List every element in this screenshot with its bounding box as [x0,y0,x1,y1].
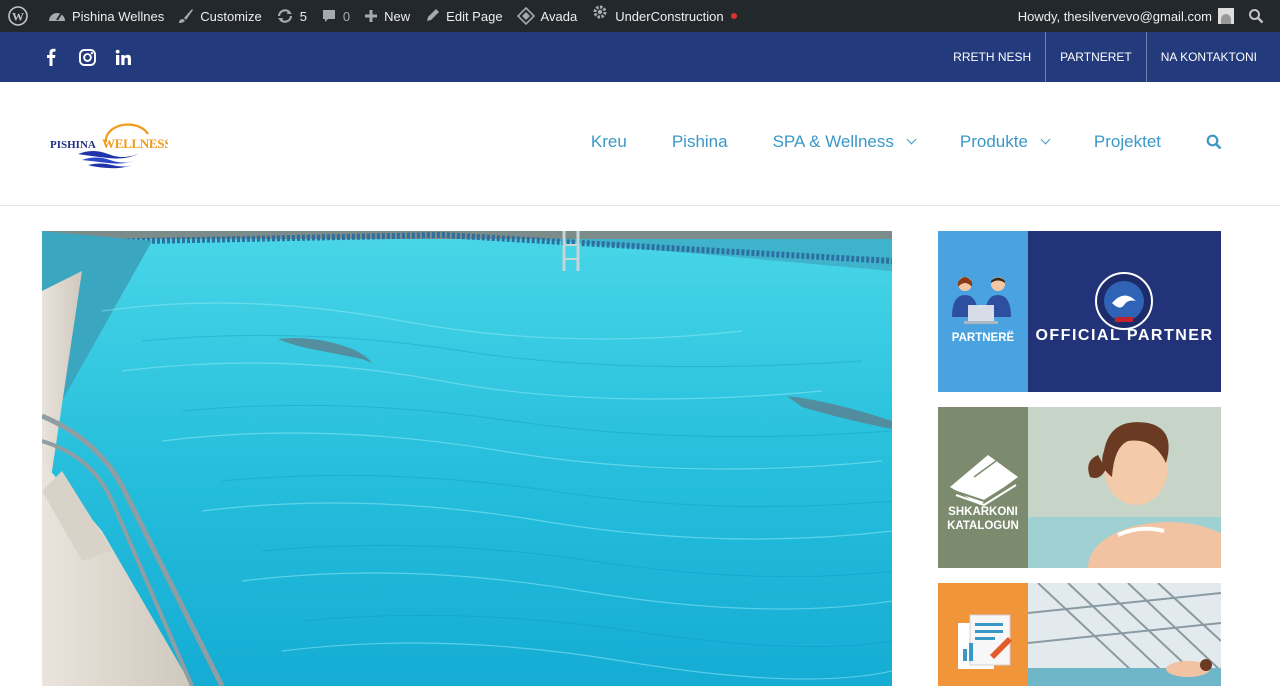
gear-icon [593,5,607,19]
avatar [1218,8,1234,24]
nav-projektet-label: Projektet [1093,132,1161,151]
search-icon [1206,134,1222,150]
howdy-label: Howdy, thesilvervevo@gmail.com [1017,8,1212,24]
chevron-down-icon [1040,134,1051,145]
linkedin-icon[interactable] [114,48,132,66]
nav-kreu-label: Kreu [590,132,627,151]
site-logo[interactable]: PISHINA WELLNESS [48,120,172,172]
catalog-tile: SHKARKONI KATALOGUN [938,407,1028,568]
top-secondary-nav: RRETH NESH PARTNERET NA KONTAKTONI [939,32,1280,82]
site-name-link[interactable]: Pishina Wellnes [41,0,171,32]
site-name-label: Pishina Wellnes [72,8,165,24]
search-icon [1249,9,1264,24]
avada-label: Avada [540,8,578,24]
svg-text:PISHINA: PISHINA [50,139,96,151]
book-icon [950,455,1018,507]
partner-tile: PARTNERË [938,231,1028,392]
wordpress-logo-button[interactable]: W [0,0,41,32]
download-catalog-banner[interactable]: SHKARKONI KATALOGUN [938,407,1221,568]
facebook-icon[interactable] [42,48,60,66]
catalog-label-line1: SHKARKONI [948,506,1018,518]
avada-link[interactable]: Avada [510,0,585,32]
status-dot [730,13,737,19]
admin-bar: W Pishina Wellnes Customize 5 0 New Edit… [0,0,1280,32]
customize-label: Customize [200,8,262,24]
top-nav-partneret[interactable]: PARTNERET [1045,32,1146,82]
top-nav-na-kontaktoni[interactable]: NA KONTAKTONI [1145,32,1280,82]
edit-page-label: Edit Page [446,8,503,24]
spa-interior-image [1027,583,1221,686]
customize-link[interactable]: Customize [171,0,268,32]
business-seal-icon [1095,272,1153,330]
wordpress-icon: W [8,6,28,26]
updates-icon [277,9,292,23]
plus-icon [365,10,378,22]
nav-spa-wellness[interactable]: SPA & Wellness [772,132,917,152]
hero-pool-image [42,231,892,686]
partner-label: PARTNERË [951,332,1015,344]
new-content-link[interactable]: New [357,0,417,32]
nav-search-button[interactable] [1206,134,1222,150]
updates-link[interactable]: 5 [269,0,314,32]
nav-produkte[interactable]: Produkte [959,132,1051,152]
nav-spa-wellness-label: SPA & Wellness [772,132,894,151]
catalog-label-line2: KATALOGUN [947,520,1019,532]
top-nav-rreth-nesh[interactable]: RRETH NESH [939,32,1045,82]
nav-pishina-label: Pishina [671,132,728,151]
admin-search-button[interactable] [1241,0,1280,32]
nav-pishina[interactable]: Pishina [672,132,728,152]
social-links [42,32,132,82]
under-construction-label: UnderConstruction [615,8,724,24]
partners-icon [952,277,1011,324]
nav-produkte-label: Produkte [959,132,1028,151]
official-partner-banner[interactable]: PARTNERË OFFICIAL PARTNER [938,231,1221,392]
top-bar: RRETH NESH PARTNERET NA KONTAKTONI [0,32,1280,82]
dashboard-icon [49,13,65,21]
comments-link[interactable]: 0 [314,0,357,32]
site-header: PISHINA WELLNESS Kreu Pishina SPA & Well… [0,82,1280,206]
pencil-icon [427,9,440,21]
updates-count: 5 [299,8,307,24]
avada-icon [516,7,535,25]
chevron-down-icon [906,134,917,145]
svg-text:WELLNESS: WELLNESS [102,136,168,151]
nav-projektet[interactable]: Projektet [1094,132,1161,152]
new-label: New [384,8,411,24]
official-partner-label: OFFICIAL PARTNER [1035,327,1214,344]
nav-kreu[interactable]: Kreu [591,132,627,152]
edit-page-link[interactable]: Edit Page [417,0,509,32]
svg-text:W: W [12,10,24,24]
documents-icon [958,614,1012,669]
projects-banner[interactable] [938,583,1221,686]
official-partner-tile: OFFICIAL PARTNER [1028,231,1221,392]
my-account-link[interactable]: Howdy, thesilvervevo@gmail.com [1011,0,1241,32]
instagram-icon[interactable] [78,48,96,66]
comments-count: 0 [342,8,351,24]
comment-icon [322,10,335,22]
brush-icon [179,9,194,23]
main-navigation: Kreu Pishina SPA & Wellness Produkte Pro… [546,124,1222,160]
spa-woman-image [1028,407,1221,568]
projects-tile [938,583,1028,686]
under-construction-link[interactable]: UnderConstruction [584,0,743,32]
